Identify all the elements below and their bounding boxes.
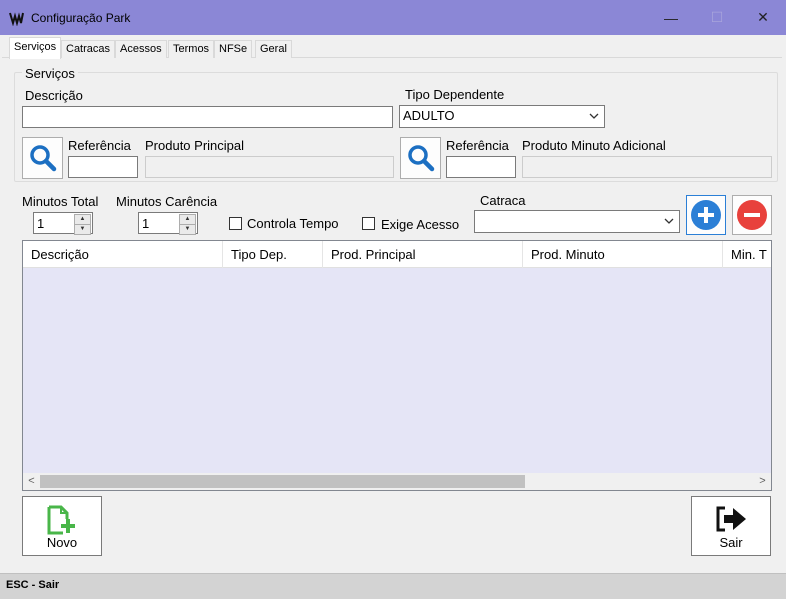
servicos-group-title: Serviços: [22, 66, 78, 81]
minus-circle-icon: [737, 200, 767, 230]
search-icon: [29, 145, 56, 172]
tab-nfse[interactable]: NFSe: [214, 40, 253, 58]
controla-tempo-checkbox[interactable]: [229, 217, 242, 230]
new-document-icon: [47, 505, 75, 535]
scroll-left-icon[interactable]: <: [23, 473, 40, 490]
descricao-input[interactable]: [22, 106, 393, 128]
minutos-total-stepper[interactable]: 1 ▲ ▼: [33, 212, 93, 235]
minutos-total-value: 1: [37, 216, 45, 231]
column-header-tipo-dep[interactable]: Tipo Dep.: [223, 241, 323, 268]
minutos-carencia-value: 1: [142, 216, 150, 231]
produto-minuto-label: Produto Minuto Adicional: [522, 138, 666, 153]
app-icon: [9, 12, 24, 26]
close-button[interactable]: ✕: [740, 0, 786, 35]
column-header-prod-minuto[interactable]: Prod. Minuto: [523, 241, 723, 268]
scrollbar-thumb[interactable]: [40, 475, 525, 488]
novo-button-label: Novo: [46, 535, 78, 550]
controla-tempo-label[interactable]: Controla Tempo: [247, 216, 339, 231]
tab-acessos[interactable]: Acessos: [115, 40, 167, 58]
tab-catracas[interactable]: Catracas: [61, 40, 116, 58]
tipo-dependente-label: Tipo Dependente: [405, 87, 505, 102]
plus-circle-icon: [691, 200, 721, 230]
search-produto-minuto-button[interactable]: [400, 137, 441, 179]
produto-principal-field: [145, 156, 394, 178]
exige-acesso-checkbox[interactable]: [362, 217, 375, 230]
referencia-principal-input[interactable]: [68, 156, 138, 178]
remove-servico-button[interactable]: [732, 195, 772, 235]
status-text: ESC - Sair: [6, 579, 60, 591]
status-bar: ESC - Sair: [0, 573, 786, 599]
minutos-carencia-label: Minutos Carência: [116, 194, 218, 209]
minutos-carencia-stepper[interactable]: 1 ▲ ▼: [138, 212, 198, 235]
tipo-dependente-select[interactable]: ADULTO: [399, 105, 605, 128]
column-header-prod-principal[interactable]: Prod. Principal: [323, 241, 523, 268]
horizontal-scrollbar[interactable]: < >: [23, 473, 771, 490]
tab-geral[interactable]: Geral: [255, 40, 292, 58]
stepper-down-icon[interactable]: ▼: [179, 224, 196, 235]
tab-servicos[interactable]: Serviços: [9, 37, 62, 59]
search-produto-principal-button[interactable]: [22, 137, 63, 179]
descricao-label: Descrição: [25, 88, 83, 103]
produto-principal-label: Produto Principal: [145, 138, 244, 153]
produto-minuto-field: [522, 156, 772, 178]
referencia-minuto-label: Referência: [446, 138, 509, 153]
sair-button-label: Sair: [719, 535, 743, 550]
referencia-minuto-input[interactable]: [446, 156, 516, 178]
exige-acesso-label[interactable]: Exige Acesso: [381, 217, 459, 232]
grid-header: Descrição Tipo Dep. Prod. Principal Prod…: [23, 241, 771, 268]
column-header-min-total[interactable]: Min. T: [723, 241, 771, 268]
chevron-down-icon: [664, 218, 674, 224]
catraca-select[interactable]: [474, 210, 680, 233]
maximize-button[interactable]: ☐: [694, 0, 740, 35]
stepper-down-icon[interactable]: ▼: [74, 224, 91, 235]
scroll-right-icon[interactable]: >: [754, 473, 771, 490]
add-servico-button[interactable]: [686, 195, 726, 235]
tipo-dependente-value: ADULTO: [403, 108, 455, 123]
catraca-label: Catraca: [480, 193, 526, 208]
minutos-total-label: Minutos Total: [22, 194, 99, 209]
exit-arrow-icon: [716, 506, 746, 532]
search-icon: [407, 145, 434, 172]
minimize-button[interactable]: —: [648, 0, 694, 35]
column-header-descricao[interactable]: Descrição: [23, 241, 223, 268]
servicos-grid[interactable]: Descrição Tipo Dep. Prod. Principal Prod…: [22, 240, 772, 491]
referencia-principal-label: Referência: [68, 138, 131, 153]
tab-termos[interactable]: Termos: [168, 40, 215, 58]
novo-button[interactable]: Novo: [22, 496, 102, 556]
sair-button[interactable]: Sair: [691, 496, 771, 556]
chevron-down-icon: [589, 113, 599, 119]
window-title: Configuração Park: [31, 11, 131, 25]
